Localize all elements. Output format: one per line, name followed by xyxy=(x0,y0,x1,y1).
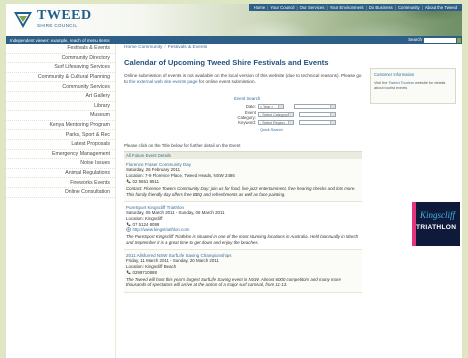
event-description: The PureSport Kingscliff Triathlon is si… xyxy=(126,233,359,245)
category-select[interactable]: - Select Category - xyxy=(258,112,294,118)
event-phone: 02 5551 8511 xyxy=(132,178,160,184)
year-select[interactable]: < Year > xyxy=(258,104,284,110)
event-search-form: Event Search Date: < Year > Event Catego… xyxy=(234,96,354,133)
sidebar-item-museum[interactable]: Museum xyxy=(6,111,115,121)
month-select[interactable] xyxy=(294,104,336,110)
blue-utility-bar: Independent viewer: example, reach of me… xyxy=(6,36,462,44)
click-hint: Please click on the Title below for furt… xyxy=(124,143,241,149)
event-description: The Tweed will host this year's largest … xyxy=(126,276,341,288)
sidebar-item-surf-lifesaving[interactable]: Surf Lifesaving Services xyxy=(6,63,115,73)
sidebar-item-community-directory[interactable]: Community Directory xyxy=(6,54,115,64)
customer-info-text: Visit the Tweed Tourism website for deta… xyxy=(374,81,446,91)
category-label: Event Category: xyxy=(237,109,256,120)
event-item: Kingscliff TRIATHLON PureSport Kingsclif… xyxy=(124,202,460,251)
sidebar-item-online-consultation[interactable]: Online Consultation xyxy=(6,188,115,198)
region-select[interactable]: - Select Region - xyxy=(258,120,294,126)
sidebar-item-festivals-events[interactable]: Festivals & Events xyxy=(6,44,115,54)
event-item: Florence Fraser Community Day Saturday, … xyxy=(124,159,362,203)
subcategory-select[interactable] xyxy=(299,112,336,118)
topnav-community[interactable]: Community xyxy=(396,5,422,10)
quick-search-button[interactable]: Quick Search xyxy=(260,128,286,133)
sidebar-item-community-cultural-planning[interactable]: Community & Cultural Planning xyxy=(6,73,115,83)
search-go-button[interactable] xyxy=(457,37,461,43)
topnav-home[interactable]: Home xyxy=(252,5,267,10)
site-header: TWEED SHIRE COUNCIL Home | Your Council | … xyxy=(6,4,462,36)
topnav-about[interactable]: About the Tweed xyxy=(423,5,459,10)
logo-title: TWEED xyxy=(37,8,92,24)
tweed-logo-icon xyxy=(14,12,32,28)
left-sidebar: Festivals & Events Community Directory S… xyxy=(6,44,116,358)
external-site-link[interactable]: the external web site events page xyxy=(129,79,197,84)
tweed-tourism-link[interactable]: Tweed Tourism xyxy=(388,81,413,85)
site-logo[interactable]: TWEED SHIRE COUNCIL xyxy=(12,8,92,30)
sidebar-item-fireworks-events[interactable]: Fireworks Events xyxy=(6,178,115,188)
utility-tip: Independent viewer: example, reach of me… xyxy=(10,37,110,43)
main-content: Home Community / Festivals & Events Calend… xyxy=(124,45,460,358)
sidebar-item-kenya-mentoring[interactable]: Kenya Mentoring Program xyxy=(6,121,115,131)
breadcrumb: Home Community / Festivals & Events xyxy=(124,45,208,50)
subregion-select[interactable] xyxy=(299,120,336,126)
sidebar-item-animal-regulations[interactable]: Animal Regulations xyxy=(6,169,115,179)
customer-info-panel: Customer Information Visit the Tweed Tou… xyxy=(370,68,456,104)
sidebar-item-parks-sport-rec[interactable]: Parks, Sport & Rec xyxy=(6,130,115,140)
top-navigation: Home | Your Council | Our Services | Your E… xyxy=(248,4,462,11)
topnav-our-services[interactable]: Our Services xyxy=(298,5,327,10)
breadcrumb-home[interactable]: Home Community xyxy=(124,45,162,50)
breadcrumb-festivals[interactable]: Festivals & Events xyxy=(168,45,207,50)
keyword-label: Keyword: xyxy=(238,120,256,126)
site-search-input[interactable] xyxy=(424,37,456,43)
web-link-icon xyxy=(126,227,131,232)
phone-icon xyxy=(126,270,131,274)
sidebar-item-art-gallery[interactable]: Art Gallery xyxy=(6,92,115,102)
event-search-title: Event Search xyxy=(234,96,261,102)
badge-line1: Kingscliff xyxy=(420,210,456,221)
sidebar-item-library[interactable]: Library xyxy=(6,102,115,112)
phone-icon xyxy=(126,179,131,184)
event-list: All Future Event Details Florence Fraser… xyxy=(124,151,460,294)
sidebar-item-noise-issues[interactable]: Noise Issues xyxy=(6,159,115,169)
topnav-your-council[interactable]: Your Council xyxy=(268,5,296,10)
event-list-header: All Future Event Details xyxy=(124,152,362,160)
topnav-do-business[interactable]: Do Business xyxy=(367,5,395,10)
event-description: Contact: Florence Towers Community Day: … xyxy=(126,185,356,197)
triathlon-badge-image: Kingscliff TRIATHLON xyxy=(412,202,460,247)
date-label: Date: xyxy=(245,104,256,110)
badge-line2: TRIATHLON xyxy=(416,224,457,232)
page-title: Calendar of Upcoming Tweed Shire Festiva… xyxy=(124,58,329,67)
event-item: 2011 Allsfurred NSW SurfLife Saving Cham… xyxy=(124,250,362,294)
customer-info-title: Customer Information xyxy=(374,72,415,77)
logo-subtitle: SHIRE COUNCIL xyxy=(37,23,78,29)
sidebar-item-emergency-management[interactable]: Emergency Management xyxy=(6,150,115,160)
event-website-link[interactable]: http://www.kingstriathlon.com xyxy=(133,227,190,232)
search-label: Search xyxy=(408,37,422,42)
sidebar-item-latest-proposals[interactable]: Latest Proposals xyxy=(6,140,115,150)
topnav-your-environment[interactable]: Your Environment xyxy=(328,5,366,10)
browser-frame: TWEED SHIRE COUNCIL Home | Your Council | … xyxy=(0,0,468,358)
web-page: TWEED SHIRE COUNCIL Home | Your Council | … xyxy=(6,4,462,358)
event-phone: 0299710888 xyxy=(132,269,157,275)
intro-text: Online submission of events is not avail… xyxy=(124,73,362,85)
sidebar-item-community-services[interactable]: Community Services xyxy=(6,82,115,92)
